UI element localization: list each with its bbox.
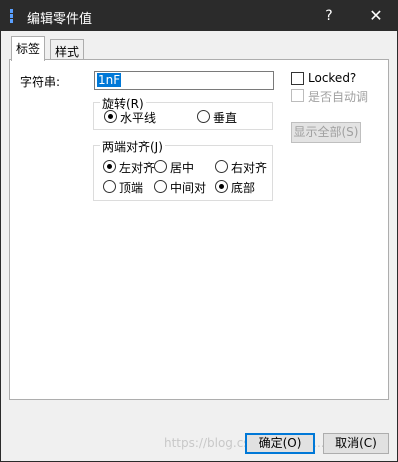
radio-dot[interactable]: [154, 160, 167, 173]
auto-label: 是否自动调: [308, 90, 369, 104]
radio-left-label: 左对齐: [119, 161, 156, 175]
dialog-window: 编辑零件值 ? ✕ 标签 样式 字符串: 1nF Locked? 是否自动调 显…: [0, 0, 398, 462]
tab-labels[interactable]: 标签: [11, 36, 46, 61]
radio-dot[interactable]: [104, 110, 117, 123]
radio-dot[interactable]: [215, 160, 228, 173]
show-all-button[interactable]: 显示全部(S): [291, 122, 361, 143]
auto-checkbox-box[interactable]: [291, 89, 304, 102]
radio-top-label: 顶端: [119, 181, 144, 195]
justify-group-title: 两端对齐(J): [100, 138, 165, 155]
locked-label: Locked?: [308, 71, 357, 85]
ok-button[interactable]: 确定(O): [245, 433, 315, 454]
close-button[interactable]: ✕: [361, 5, 391, 27]
string-input[interactable]: 1nF: [94, 71, 274, 90]
cancel-button[interactable]: 取消(C): [323, 433, 389, 454]
radio-right-label: 右对齐: [231, 161, 268, 175]
radio-dot[interactable]: [215, 180, 228, 193]
radio-vertical-label: 垂直: [213, 111, 238, 125]
app-icon: [8, 9, 18, 23]
window-title: 编辑零件值: [27, 12, 93, 27]
radio-dot[interactable]: [103, 160, 116, 173]
title-bar[interactable]: 编辑零件值 ? ✕: [1, 1, 397, 31]
locked-checkbox-box[interactable]: [291, 72, 304, 85]
radio-dot[interactable]: [154, 180, 167, 193]
radio-center-label: 居中: [170, 161, 195, 175]
radio-bottom-label: 底部: [231, 181, 256, 195]
help-button[interactable]: ?: [314, 5, 344, 27]
radio-middle-label: 中间对: [170, 181, 207, 195]
radio-dot[interactable]: [197, 110, 210, 123]
radio-dot[interactable]: [103, 180, 116, 193]
radio-horizontal-label: 水平线: [120, 111, 157, 125]
string-label: 字符串:: [20, 75, 61, 89]
string-input-value: 1nF: [97, 73, 122, 87]
tab-style[interactable]: 样式: [50, 39, 85, 61]
